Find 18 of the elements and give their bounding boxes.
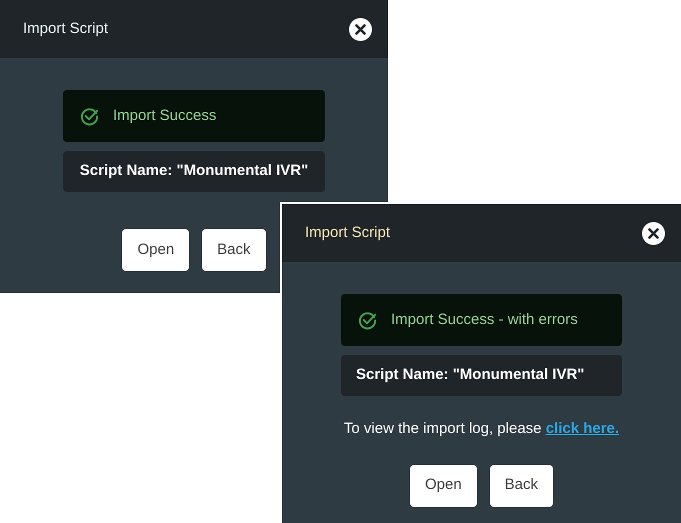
open-button[interactable]: Open [122, 229, 190, 271]
status-message: Import Success [113, 106, 216, 126]
close-icon [355, 24, 366, 34]
window-title: Import Script [305, 222, 390, 243]
close-button[interactable] [642, 222, 665, 244]
window-title: Import Script [23, 18, 108, 39]
script-name-label: Script Name: "Monumental IVR" [63, 151, 325, 192]
close-icon [648, 228, 659, 238]
back-button[interactable]: Back [490, 464, 554, 506]
status-message: Import Success - with errors [391, 310, 578, 330]
check-circle-icon [358, 310, 377, 330]
open-button[interactable]: Open [410, 464, 477, 506]
check-circle-icon [80, 106, 99, 126]
close-button[interactable] [349, 18, 372, 40]
import-log-message: To view the import log, please click here. [344, 419, 620, 439]
click-here-link[interactable]: click here. [546, 420, 620, 437]
back-button[interactable]: Back [202, 229, 266, 271]
script-name-label: Script Name: "Monumental IVR" [341, 355, 622, 396]
